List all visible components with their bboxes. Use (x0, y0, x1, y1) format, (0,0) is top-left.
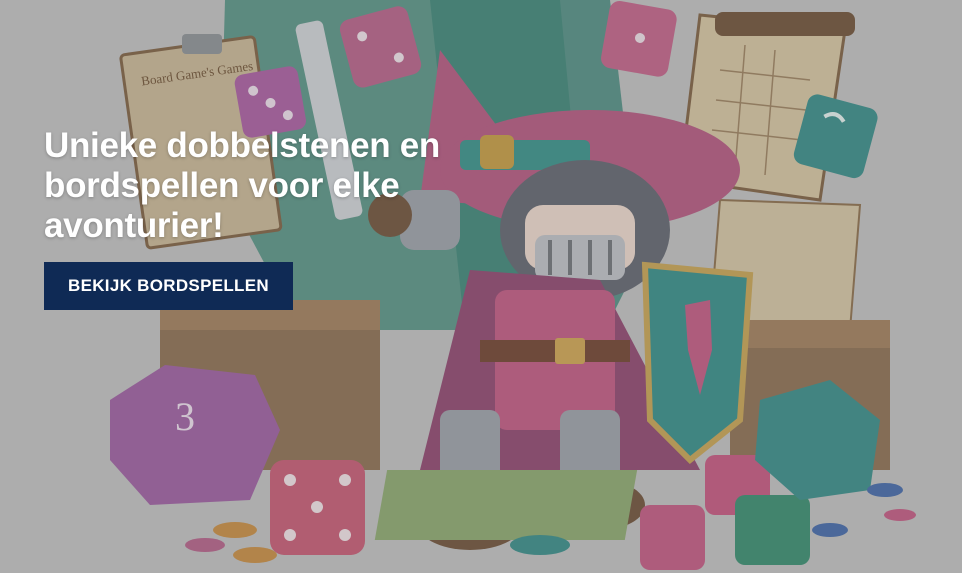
hero-content: Unieke dobbelstenen en bordspellen voor … (44, 126, 474, 310)
hero-title: Unieke dobbelstenen en bordspellen voor … (44, 126, 440, 245)
hero-banner: Board Game's Games 3 Unieke dobbelstenen… (0, 0, 962, 573)
view-board-games-button[interactable]: BEKIJK BORDSPELLEN (44, 262, 293, 310)
